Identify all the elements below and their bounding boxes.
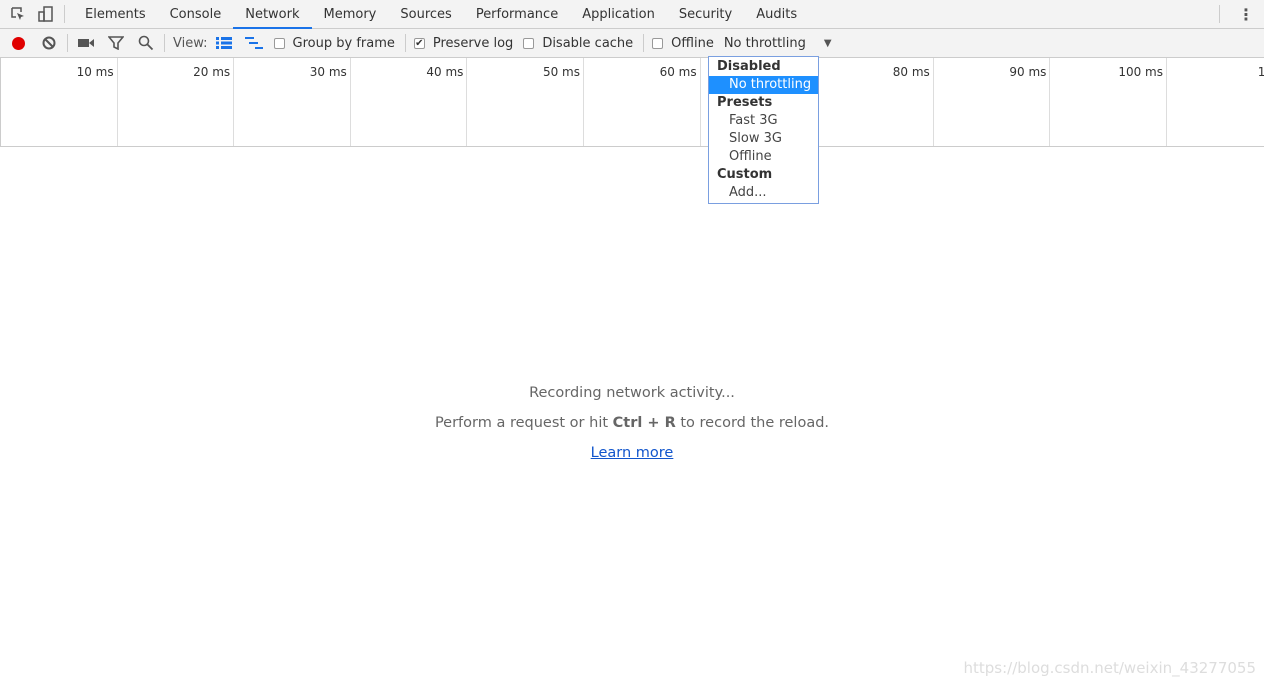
dropdown-option[interactable]: No throttling xyxy=(709,76,818,94)
empty-state: Recording network activity... Perform a … xyxy=(0,378,1264,468)
timeline-tick: 10 ms xyxy=(1,58,118,146)
large-rows-icon[interactable] xyxy=(214,33,234,53)
tab-sources[interactable]: Sources xyxy=(388,0,463,29)
throttling-select[interactable]: No throttling ▼ xyxy=(724,36,832,51)
offline-checkbox[interactable]: Offline xyxy=(652,36,714,51)
preserve-log-label: Preserve log xyxy=(432,35,514,51)
inspect-element-icon[interactable] xyxy=(8,4,28,24)
network-toolbar: View: Group by frame ✔ Preserve log Disab… xyxy=(0,29,1264,58)
timeline-tick: 80 ms xyxy=(817,58,934,146)
timeline-tick: 60 ms xyxy=(584,58,701,146)
device-toolbar-icon[interactable] xyxy=(36,4,56,24)
divider xyxy=(404,34,406,52)
dropdown-group-header: Custom xyxy=(717,167,773,182)
timeline-tick: 50 ms xyxy=(467,58,584,146)
dropdown-arrow-icon: ▼ xyxy=(823,37,832,49)
throttling-value: No throttling xyxy=(723,35,806,51)
overview-waterfall-icon[interactable] xyxy=(244,33,264,53)
group-by-frame-checkbox[interactable]: Group by frame xyxy=(273,35,395,51)
disable-cache-label: Disable cache xyxy=(542,35,634,51)
dropdown-option[interactable]: Slow 3G xyxy=(709,130,818,148)
divider xyxy=(64,5,65,23)
dropdown-group-header: Presets xyxy=(717,95,773,110)
offline-label: Offline xyxy=(671,35,714,51)
divider xyxy=(1219,5,1220,23)
group-by-frame-label: Group by frame xyxy=(292,35,395,51)
learn-more-link[interactable]: Learn more xyxy=(591,445,674,461)
throttling-dropdown: Disabled No throttling Presets Fast 3G Slow … xyxy=(708,56,819,204)
timeline-tick: 40 ms xyxy=(351,58,468,146)
timeline-tick: 90 ms xyxy=(934,58,1051,146)
dropdown-option[interactable]: Offline xyxy=(709,148,818,166)
timeline-tick: 110 xyxy=(1257,65,1264,79)
tab-console[interactable]: Console xyxy=(158,0,234,29)
timeline-tick: 20 ms xyxy=(118,58,235,146)
record-button[interactable] xyxy=(8,33,28,53)
watermark: https://blog.csdn.net/weixin_43277055 xyxy=(963,659,1256,677)
tab-application[interactable]: Application xyxy=(570,0,667,29)
disable-cache-checkbox[interactable]: Disable cache xyxy=(523,36,633,51)
tab-memory[interactable]: Memory xyxy=(312,0,389,29)
tab-audits[interactable]: Audits xyxy=(744,0,809,29)
tab-network[interactable]: Network xyxy=(233,0,312,29)
recording-message: Recording network activity... xyxy=(529,385,735,401)
divider xyxy=(643,34,645,52)
timeline-tick: 100 ms xyxy=(1050,58,1167,146)
clear-icon[interactable] xyxy=(39,33,59,53)
tab-elements[interactable]: Elements xyxy=(73,0,158,29)
tab-performance[interactable]: Performance xyxy=(464,0,570,29)
search-icon[interactable] xyxy=(136,33,156,53)
preserve-log-checkbox[interactable]: ✔ Preserve log xyxy=(413,35,514,51)
filter-icon[interactable] xyxy=(106,33,126,53)
devtools-tabbar: Elements Console Network Memory Sources Perfo… xyxy=(0,0,1264,29)
timeline-tick: 30 ms xyxy=(234,58,351,146)
dropdown-group-header: Disabled xyxy=(717,59,781,74)
dropdown-option[interactable]: Fast 3G xyxy=(709,112,818,130)
divider xyxy=(164,34,165,52)
dropdown-option[interactable]: Add... xyxy=(709,184,818,202)
more-options-icon[interactable]: ⋮ xyxy=(1238,5,1254,24)
view-label: View: xyxy=(173,35,208,51)
reload-hint: Perform a request or hit Ctrl + R to rec… xyxy=(434,415,830,431)
tab-security[interactable]: Security xyxy=(667,0,744,29)
capture-screenshots-icon[interactable] xyxy=(76,33,96,53)
timeline-overview[interactable]: 10 ms20 ms30 ms40 ms50 ms60 ms70 ms80 ms… xyxy=(0,58,1264,147)
divider xyxy=(67,34,68,52)
